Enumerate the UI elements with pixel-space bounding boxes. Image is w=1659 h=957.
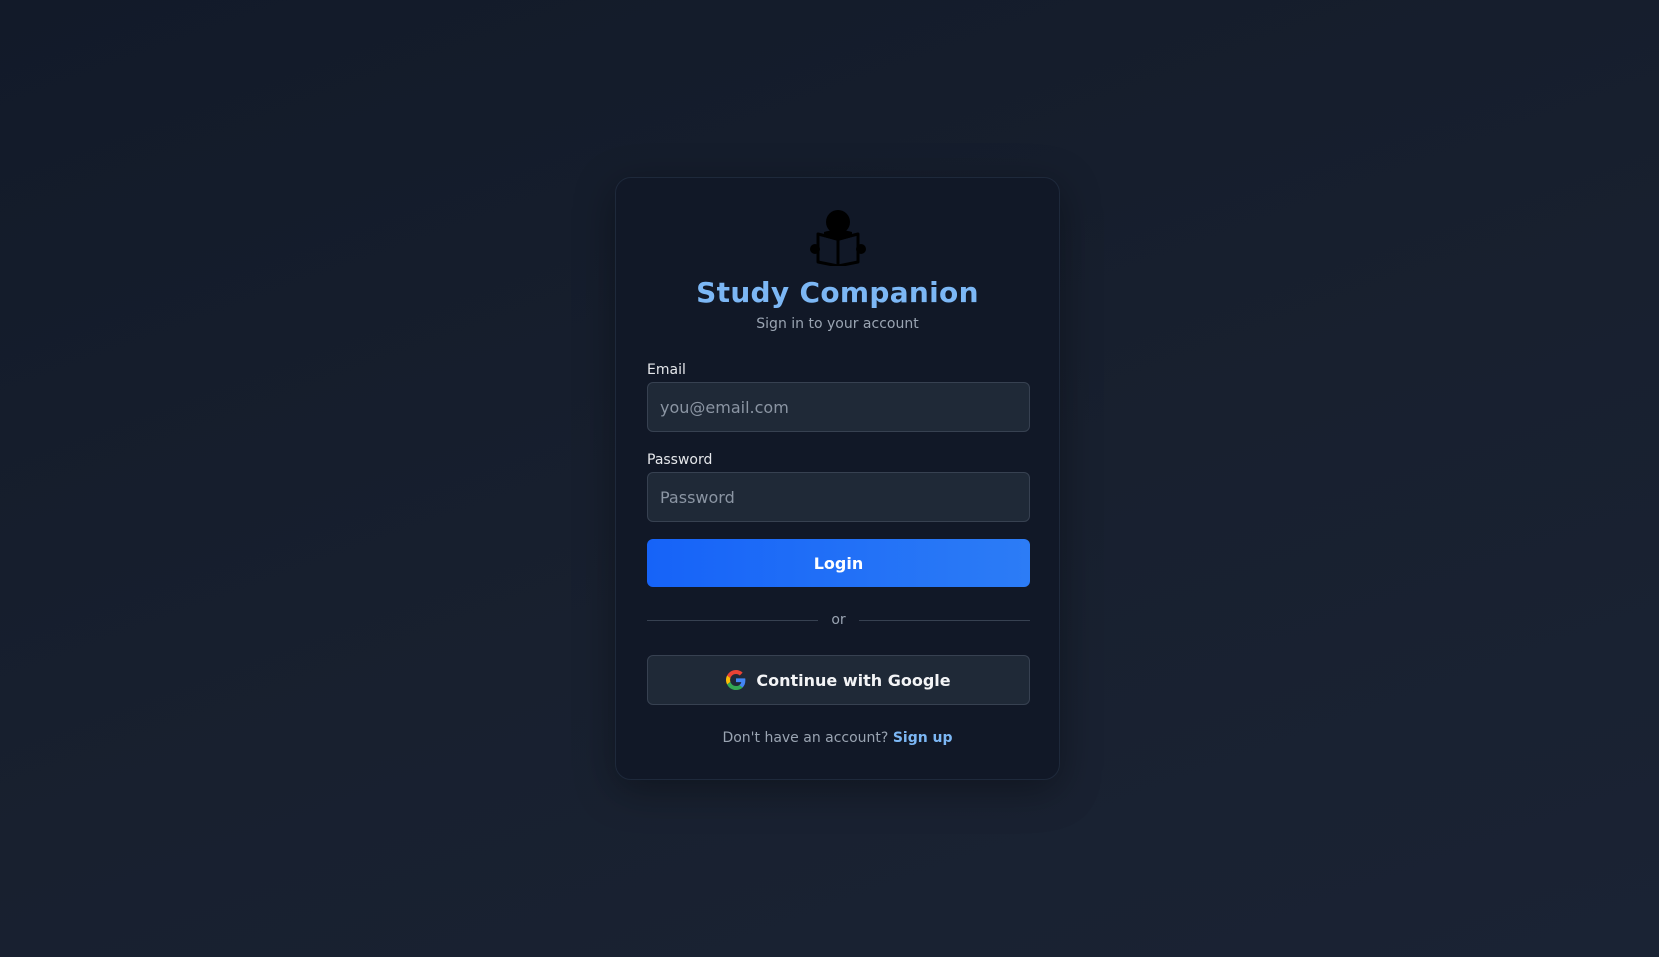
google-button-label: Continue with Google (756, 670, 951, 690)
page-subtitle: Sign in to your account (756, 316, 919, 332)
signup-link[interactable]: Sign up (893, 730, 953, 746)
email-input[interactable] (647, 382, 1030, 432)
google-signin-button[interactable]: Continue with Google (647, 655, 1030, 705)
email-label: Email (647, 362, 686, 378)
login-button[interactable]: Login (647, 539, 1030, 587)
divider-line-left (647, 619, 819, 621)
signup-prompt: Don't have an account? Sign up (616, 730, 1059, 746)
logo (616, 208, 1059, 266)
or-divider: or (647, 610, 1031, 630)
divider-line-right (858, 619, 1031, 621)
password-label: Password (647, 452, 713, 468)
divider-text: or (831, 612, 846, 628)
password-input[interactable] (647, 472, 1030, 522)
reading-person-icon (809, 210, 866, 266)
login-card: Study Companion Sign in to your account … (615, 177, 1060, 780)
app-title: Study Companion (696, 276, 979, 309)
signup-prompt-text: Don't have an account? (722, 730, 889, 746)
google-icon (726, 670, 746, 690)
